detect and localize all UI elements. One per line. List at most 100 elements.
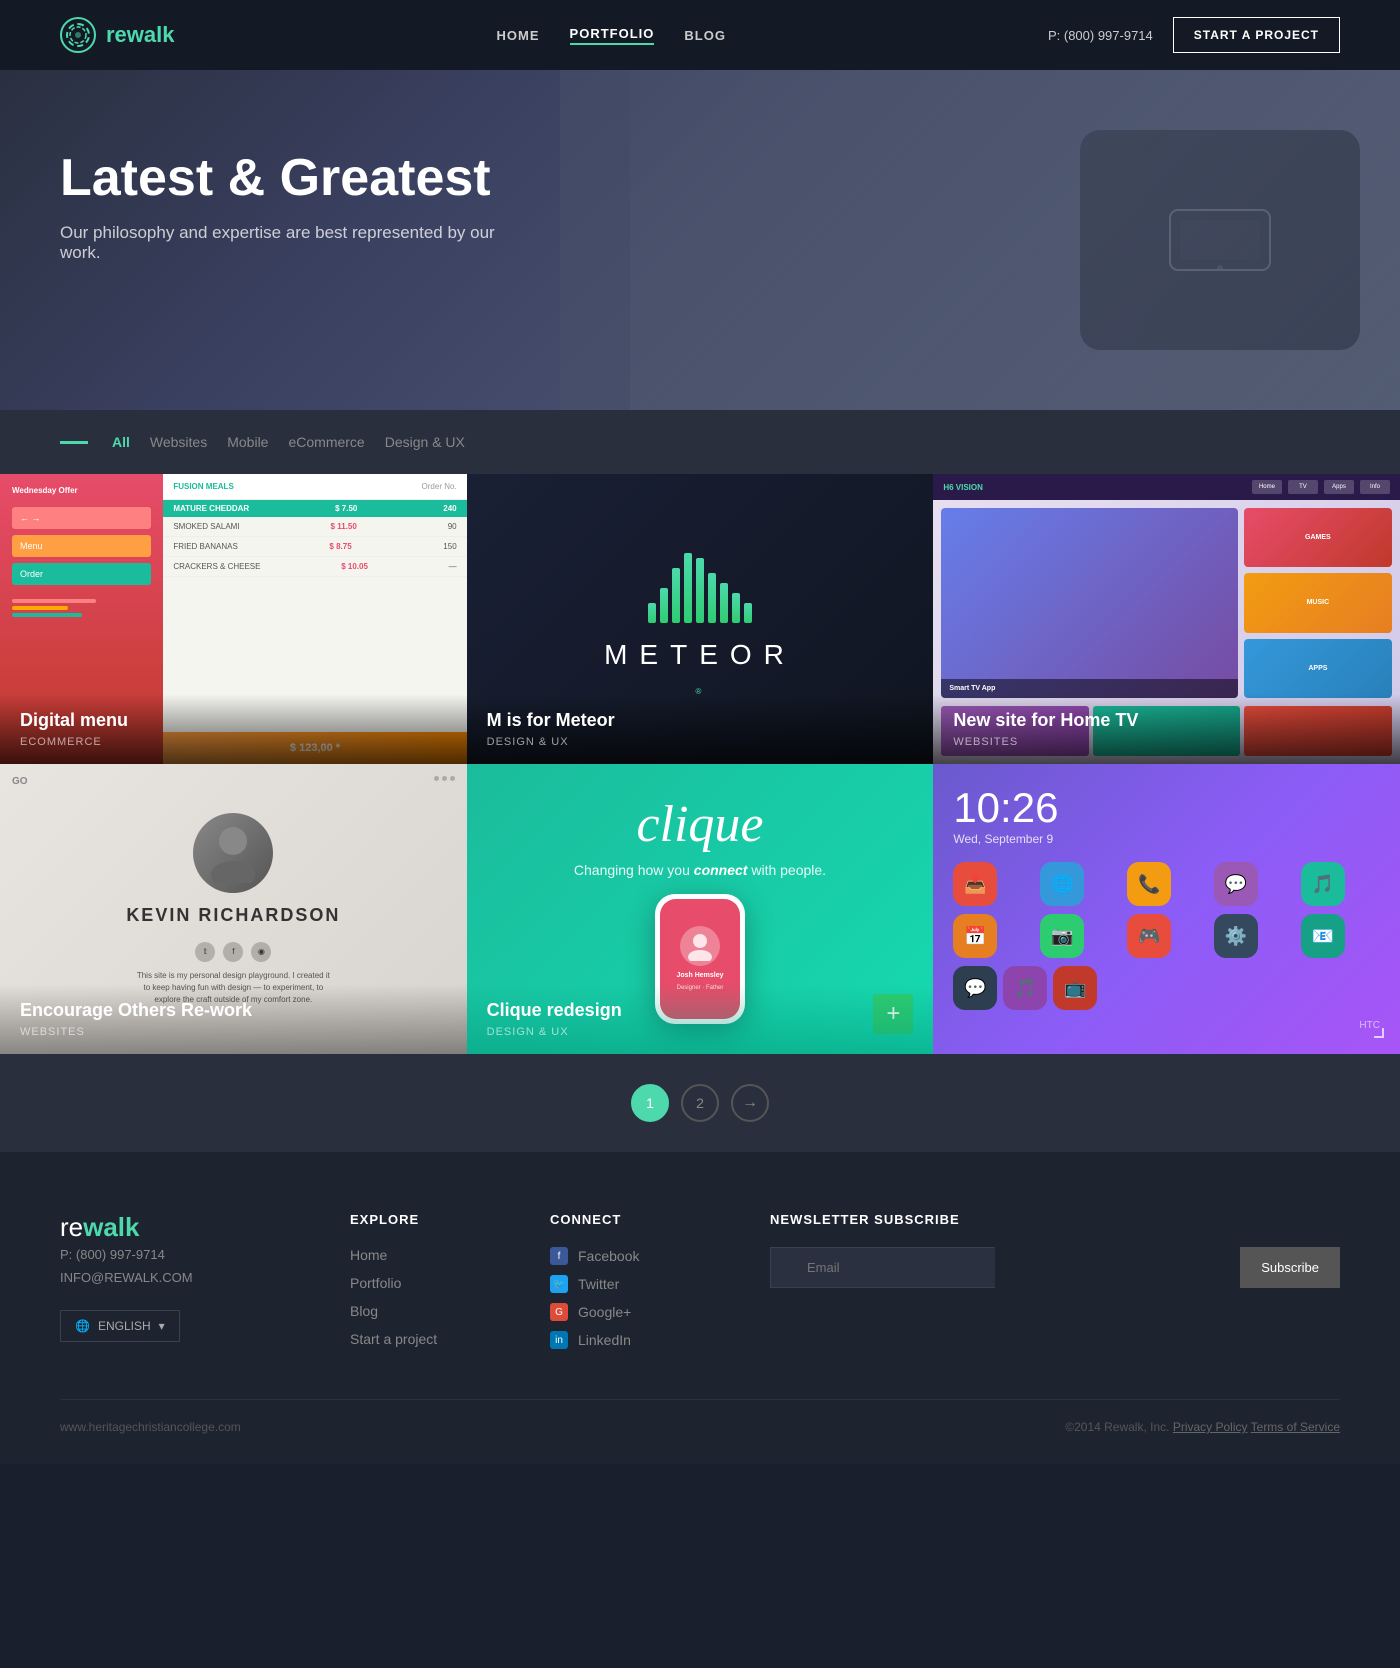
dm-row-1: SMOKED SALAMI $ 11.50 90 bbox=[163, 517, 466, 537]
footer-explore-col: EXPLORE Home Portfolio Blog Start a proj… bbox=[350, 1212, 510, 1359]
htc-app-9: ⚙️ bbox=[1214, 914, 1258, 958]
portfolio-item-hometv[interactable]: H6 VISION Home TV Apps Info Smart TV App bbox=[933, 474, 1400, 764]
meteor-bars bbox=[648, 543, 752, 623]
footer-phone: P: (800) 997-9714 bbox=[60, 1247, 165, 1262]
connect-linkedin[interactable]: in LinkedIn bbox=[550, 1331, 730, 1349]
footer-newsletter-col: NEWSLETTER SUBSCRIBE ✉ Subscribe bbox=[770, 1212, 1340, 1359]
htc-app-5: 🎵 bbox=[1301, 862, 1345, 906]
connect-google[interactable]: G Google+ bbox=[550, 1303, 730, 1321]
hometv-nav: Home TV Apps Info bbox=[1252, 480, 1390, 494]
hero-title: Latest & Greatest bbox=[60, 150, 1340, 207]
bar-6 bbox=[708, 573, 716, 623]
htc-app-1: 📥 bbox=[953, 862, 997, 906]
kevin-social: 𝕥 f ◉ bbox=[195, 942, 271, 962]
item-overlay-4: Encourage Others Re-work WEBSITES bbox=[0, 984, 467, 1054]
newsletter-form: ✉ Subscribe bbox=[770, 1247, 1340, 1288]
explore-blog[interactable]: Blog bbox=[350, 1303, 378, 1319]
item-cat-1: ECOMMERCE bbox=[20, 736, 447, 748]
dm-header: FUSION MEALS Order No. bbox=[163, 474, 466, 500]
privacy-link[interactable]: Privacy Policy bbox=[1173, 1420, 1248, 1434]
dm-row-2: FRIED BANANAS $ 8.75 150 bbox=[163, 537, 466, 557]
dm-btn-2: Menu bbox=[12, 535, 151, 557]
logo[interactable]: rewalk bbox=[60, 17, 175, 53]
filter-websites[interactable]: Websites bbox=[150, 434, 207, 450]
footer-bottom: www.heritagechristiancollege.com ©2014 R… bbox=[60, 1400, 1340, 1434]
page-btn-1[interactable]: 1 bbox=[631, 1084, 669, 1122]
portfolio-grid: Wednesday Offer ← → Menu Order FUSION ME… bbox=[0, 474, 1400, 1054]
nav-links: HOME PORTFOLIO BLOG bbox=[497, 26, 726, 45]
hv-nav-2: TV bbox=[1288, 480, 1318, 494]
footer-copyright: ©2014 Rewalk, Inc. Privacy Policy Terms … bbox=[1065, 1420, 1340, 1434]
bar-5 bbox=[696, 558, 704, 623]
footer-logo: rewalk bbox=[60, 1216, 140, 1241]
kevin-dribbble: ◉ bbox=[251, 942, 271, 962]
filter-ecommerce[interactable]: eCommerce bbox=[288, 434, 364, 450]
page-next-btn[interactable]: → bbox=[731, 1084, 769, 1122]
terms-link[interactable]: Terms of Service bbox=[1251, 1420, 1340, 1434]
htc-app-11: 💬 bbox=[953, 966, 997, 1010]
portfolio-item-htc[interactable]: 10:26 Wed, September 9 📥 🌐 📞 💬 🎵 📅 📷 🎮 ⚙… bbox=[933, 764, 1400, 1054]
portfolio-item-digital-menu[interactable]: Wednesday Offer ← → Menu Order FUSION ME… bbox=[0, 474, 467, 764]
explore-portfolio[interactable]: Portfolio bbox=[350, 1275, 401, 1291]
dm-btn-3: Order bbox=[12, 563, 151, 585]
hv-nav-3: Apps bbox=[1324, 480, 1354, 494]
bar-9 bbox=[744, 603, 752, 623]
explore-start-project[interactable]: Start a project bbox=[350, 1331, 437, 1347]
dot-2 bbox=[442, 776, 447, 781]
htc-app-2: 🌐 bbox=[1040, 862, 1084, 906]
filter-all[interactable]: All bbox=[112, 434, 130, 450]
hv-nav-1: Home bbox=[1252, 480, 1282, 494]
nav-blog[interactable]: BLOG bbox=[684, 28, 726, 43]
item-overlay-5: Clique redesign DESIGN & UX bbox=[467, 984, 934, 1054]
bar-7 bbox=[720, 583, 728, 623]
connect-facebook[interactable]: f Facebook bbox=[550, 1247, 730, 1265]
connect-google-label: Google+ bbox=[578, 1304, 631, 1320]
connect-twitter[interactable]: 🐦 Twitter bbox=[550, 1275, 730, 1293]
nav-portfolio[interactable]: PORTFOLIO bbox=[570, 26, 655, 45]
hometv-header: H6 VISION Home TV Apps Info bbox=[933, 474, 1400, 500]
filter-mobile[interactable]: Mobile bbox=[227, 434, 268, 450]
hero-section: Latest & Greatest Our philosophy and exp… bbox=[0, 70, 1400, 410]
facebook-icon: f bbox=[550, 1247, 568, 1265]
start-project-button[interactable]: START A PROJECT bbox=[1173, 17, 1340, 53]
nav-right: P: (800) 997-9714 START A PROJECT bbox=[1048, 17, 1340, 53]
filter-links: All Websites Mobile eCommerce Design & U… bbox=[112, 434, 465, 450]
meteor-logo: METEOR ® bbox=[604, 543, 796, 696]
connect-linkedin-label: LinkedIn bbox=[578, 1332, 631, 1348]
dot-3 bbox=[450, 776, 455, 781]
newsletter-heading: NEWSLETTER SUBSCRIBE bbox=[770, 1212, 1340, 1227]
phone-number: P: (800) 997-9714 bbox=[1048, 28, 1153, 43]
item-title-4: Encourage Others Re-work bbox=[20, 1000, 447, 1022]
filter-bar: All Websites Mobile eCommerce Design & U… bbox=[60, 434, 1340, 450]
clique-title: clique bbox=[636, 795, 763, 854]
explore-heading: EXPLORE bbox=[350, 1212, 510, 1227]
lang-selector[interactable]: 🌐 ENGLISH ▾ bbox=[60, 1310, 180, 1342]
page-btn-2[interactable]: 2 bbox=[681, 1084, 719, 1122]
navbar: rewalk HOME PORTFOLIO BLOG P: (800) 997-… bbox=[0, 0, 1400, 70]
portfolio-item-meteor[interactable]: METEOR ® M is for Meteor DESIGN & UX bbox=[467, 474, 934, 764]
dot-1 bbox=[434, 776, 439, 781]
pagination: 1 2 → bbox=[0, 1054, 1400, 1152]
kevin-facebook: f bbox=[223, 942, 243, 962]
filter-design-ux[interactable]: Design & UX bbox=[385, 434, 465, 450]
hero-content: Latest & Greatest Our philosophy and exp… bbox=[60, 150, 1340, 263]
portfolio-item-kevin[interactable]: GO KEVIN RICHARDSON 𝕥 f ◉ bbox=[0, 764, 467, 1054]
item-cat-5: DESIGN & UX bbox=[487, 1026, 914, 1038]
subscribe-button[interactable]: Subscribe bbox=[1240, 1247, 1340, 1288]
bar-1 bbox=[648, 603, 656, 623]
clique-subtitle: Changing how you connect with people. bbox=[574, 862, 826, 878]
htc-app-12: 🎵 bbox=[1003, 966, 1047, 1010]
htc-bottom-bar: 💬 🎵 📺 bbox=[953, 966, 1380, 1010]
item-cat-2: DESIGN & UX bbox=[487, 736, 914, 748]
htc-label: HTC bbox=[953, 1020, 1380, 1031]
bar-2 bbox=[660, 588, 668, 623]
email-input[interactable] bbox=[770, 1247, 995, 1288]
item-title-1: Digital menu bbox=[20, 710, 447, 732]
portfolio-section: Wednesday Offer ← → Menu Order FUSION ME… bbox=[0, 474, 1400, 1152]
nav-home[interactable]: HOME bbox=[497, 28, 540, 43]
portfolio-item-clique[interactable]: clique Changing how you connect with peo… bbox=[467, 764, 934, 1054]
hv-nav-4: Info bbox=[1360, 480, 1390, 494]
footer: rewalk P: (800) 997-9714 INFO@REWALK.COM… bbox=[0, 1152, 1400, 1464]
explore-home[interactable]: Home bbox=[350, 1247, 387, 1263]
kevin-go-logo: GO bbox=[12, 776, 28, 787]
